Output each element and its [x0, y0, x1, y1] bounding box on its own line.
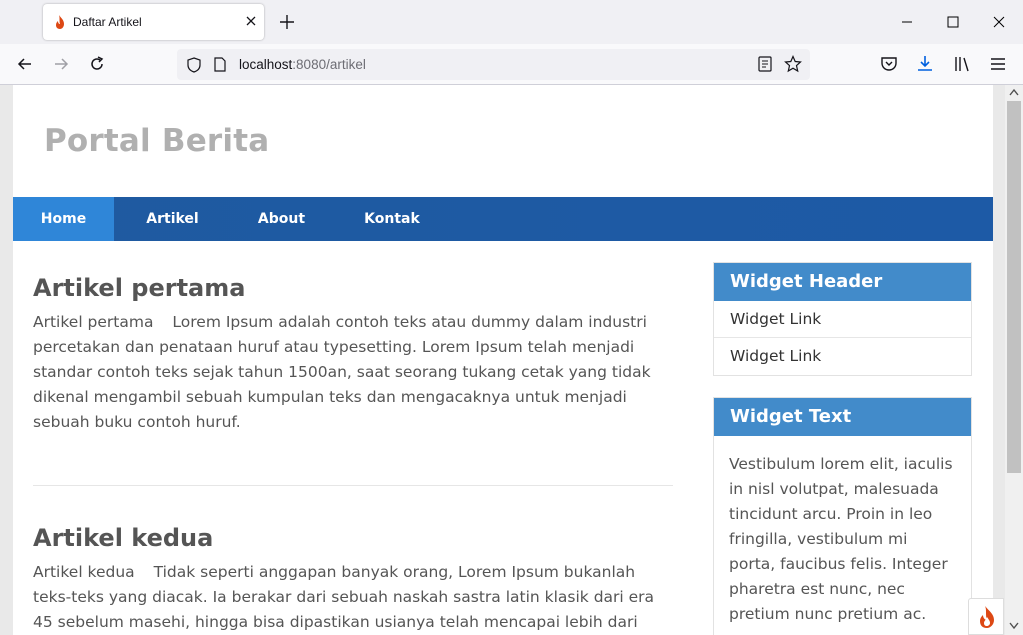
- tab-strip: Daftar Artikel: [0, 0, 1023, 44]
- minimize-icon[interactable]: [897, 12, 917, 32]
- widget-header: Widget Header: [714, 263, 971, 301]
- reader-view-icon[interactable]: [757, 56, 773, 72]
- reload-icon[interactable]: [87, 54, 107, 74]
- back-icon[interactable]: [15, 54, 35, 74]
- maximize-icon[interactable]: [943, 12, 963, 32]
- widget-header: Widget Text: [714, 398, 971, 436]
- site-title: Portal Berita: [44, 123, 270, 159]
- scroll-up-icon[interactable]: [1009, 88, 1019, 96]
- pocket-icon[interactable]: [879, 54, 899, 74]
- nav-home[interactable]: Home: [13, 197, 114, 241]
- codeigniter-flame-icon: [980, 606, 994, 628]
- bookmark-star-icon[interactable]: [784, 55, 802, 73]
- page-container: Portal Berita Home Artikel About Kontak …: [13, 85, 993, 635]
- article-intro: Artikel pertama: [33, 313, 154, 331]
- shield-icon[interactable]: [187, 57, 201, 73]
- vertical-scrollbar[interactable]: [1005, 85, 1023, 635]
- page-info-icon[interactable]: [214, 57, 226, 72]
- page-viewport: Portal Berita Home Artikel About Kontak …: [0, 85, 1005, 635]
- downloads-icon[interactable]: [915, 54, 935, 74]
- widget-links: Widget Header Widget Link Widget Link: [713, 262, 972, 376]
- nav-artikel[interactable]: Artikel: [135, 197, 210, 241]
- close-tab-icon[interactable]: [243, 13, 259, 29]
- article-2: Artikel kedua Artikel kedua Tidak sepert…: [33, 524, 673, 635]
- article-intro: Artikel kedua: [33, 563, 135, 581]
- navigation-toolbar: localhost:8080/artikel: [0, 44, 1023, 85]
- article-title[interactable]: Artikel pertama: [33, 274, 673, 302]
- url-host: localhost: [239, 57, 293, 72]
- url-path: :8080/artikel: [292, 57, 366, 72]
- library-icon[interactable]: [952, 54, 972, 74]
- forward-icon[interactable]: [51, 54, 71, 74]
- scroll-down-icon[interactable]: [1009, 622, 1019, 630]
- new-tab-icon[interactable]: [278, 13, 296, 31]
- article-body: Artikel kedua Tidak seperti anggapan ban…: [33, 560, 673, 635]
- menu-icon[interactable]: [988, 54, 1008, 74]
- url-bar[interactable]: localhost:8080/artikel: [177, 49, 810, 80]
- close-window-icon[interactable]: [989, 12, 1009, 32]
- nav-kontak[interactable]: Kontak: [354, 197, 430, 241]
- article-title[interactable]: Artikel kedua: [33, 524, 673, 552]
- article-body: Artikel pertama Lorem Ipsum adalah conto…: [33, 310, 673, 435]
- codeigniter-flame-icon: [56, 15, 64, 29]
- widget-link[interactable]: Widget Link: [714, 338, 971, 375]
- tab-title: Daftar Artikel: [73, 15, 142, 29]
- widget-link[interactable]: Widget Link: [714, 301, 971, 338]
- article-divider: [33, 485, 673, 486]
- widget-text: Widget Text Vestibulum lorem elit, iacul…: [713, 397, 972, 635]
- widget-text-body: Vestibulum lorem elit, iaculis in nisl v…: [729, 455, 953, 623]
- scroll-thumb[interactable]: [1007, 101, 1021, 473]
- browser-tab[interactable]: Daftar Artikel: [43, 4, 264, 40]
- article-1: Artikel pertama Artikel pertama Lorem Ip…: [33, 274, 673, 435]
- debug-toolbar-toggle[interactable]: [968, 598, 1004, 635]
- nav-about[interactable]: About: [245, 197, 318, 241]
- main-nav: Home Artikel About Kontak: [13, 197, 993, 241]
- url-text[interactable]: localhost:8080/artikel: [239, 57, 366, 72]
